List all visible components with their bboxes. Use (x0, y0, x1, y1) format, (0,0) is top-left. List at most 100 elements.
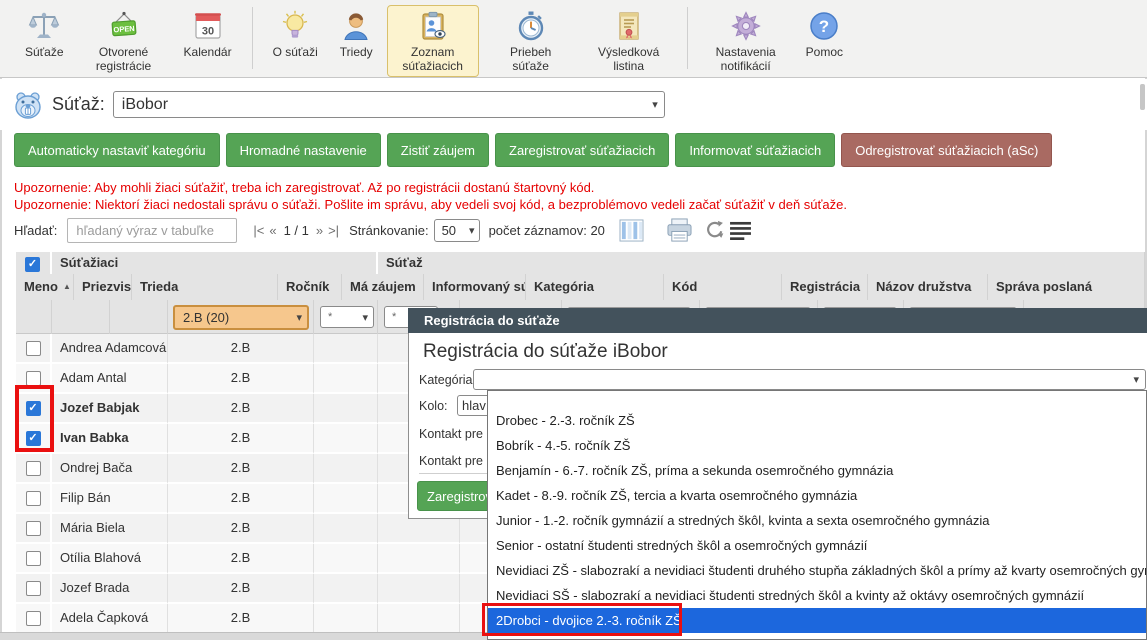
column-header-kod[interactable]: Kód (664, 274, 782, 300)
toolbar-item-zoznam-sutaziacich[interactable]: Zoznam súťažiacich (387, 5, 479, 77)
student-class: 2.B (168, 514, 314, 544)
row-checkbox-cell: ✓ (16, 604, 52, 634)
column-header-trieda[interactable]: Trieda (132, 274, 278, 300)
category-option[interactable]: Nevidiaci ZŠ - slabozrakí a nevidiaci št… (488, 558, 1146, 583)
scrollbar-thumb[interactable] (1140, 84, 1145, 110)
toolbar-item-pomoc[interactable]: ?Pomoc (798, 5, 851, 62)
column-header-meno[interactable]: Meno▲ (16, 274, 74, 300)
certificate-icon (613, 9, 645, 43)
category-option[interactable]: Kadet - 8.-9. ročník ZŠ, tercia a kvarta… (488, 483, 1146, 508)
toolbar-item-label: Súťaže (25, 45, 64, 59)
row-checkbox[interactable]: ✓ (26, 341, 41, 356)
column-header-nazov-druzstva[interactable]: Názov družstva (868, 274, 988, 300)
class-filter-select[interactable]: 2.B (20) ▾ (173, 305, 309, 330)
row-checkbox[interactable]: ✓ (26, 581, 41, 596)
row-checkbox[interactable]: ✓ (26, 401, 41, 416)
lightbulb-icon (279, 9, 311, 43)
category-option[interactable]: 2Drobci - dvojice 2.-3. ročník ZŠ (488, 608, 1146, 633)
empty-cell (378, 574, 460, 604)
category-option[interactable]: Senior - ostatní študenti stredných škôl… (488, 533, 1146, 558)
toolbar-item-otvorene-registracie[interactable]: OPENOtvorené registrácie (78, 5, 170, 77)
row-checkbox[interactable]: ✓ (26, 491, 41, 506)
student-class: 2.B (168, 604, 314, 634)
row-checkbox[interactable]: ✓ (26, 551, 41, 566)
pager-last-button[interactable]: >| (328, 223, 339, 238)
column-header-sprava-poslana[interactable]: Správa poslaná (988, 274, 1145, 300)
columns-icon[interactable] (619, 219, 644, 242)
row-checkbox-cell: ✓ (16, 574, 52, 604)
action-button-3[interactable]: Zaregistrovať súťažiacich (495, 133, 669, 167)
category-option[interactable]: Nevidiaci SŠ - slabozrakí a nevidiaci št… (488, 583, 1146, 608)
open-sign-icon: OPEN (108, 9, 140, 43)
stopwatch-icon (515, 9, 547, 43)
toolbar-item-vysledkova-listina[interactable]: Výsledková listina (583, 5, 675, 77)
row-checkbox[interactable]: ✓ (26, 371, 41, 386)
toolbar-item-o-sutazi[interactable]: O súťaži (265, 5, 326, 62)
column-header-label: Informovaný súhlas (432, 279, 526, 294)
student-class: 2.B (168, 364, 314, 394)
action-button-2[interactable]: Zistiť záujem (387, 133, 489, 167)
category-select[interactable]: ▾ (473, 369, 1146, 390)
toolbar: Súťaže OPENOtvorené registrácie30Kalendár… (0, 0, 1147, 78)
student-class: 2.B (168, 424, 314, 454)
pager-prev-button[interactable]: « (269, 223, 276, 238)
category-option[interactable]: Benjamín - 6.-7. ročník ZŠ, príma a seku… (488, 458, 1146, 483)
column-header-rocnik[interactable]: Ročník (278, 274, 342, 300)
search-label: Hľadať: (14, 223, 57, 238)
column-header-label: Správa poslaná (996, 279, 1092, 294)
empty-cell (378, 604, 460, 634)
refresh-icon[interactable] (705, 220, 725, 240)
column-header-registracia[interactable]: Registrácia (782, 274, 868, 300)
rocnik-filter-value: * (328, 311, 358, 323)
empty-cell (314, 454, 378, 484)
row-checkbox[interactable]: ✓ (26, 611, 41, 626)
select-all-checkbox[interactable]: ✓ (25, 257, 40, 272)
toolbar-item-label: O súťaži (273, 45, 318, 59)
category-option[interactable] (488, 391, 1146, 408)
toolbar-item-triedy[interactable]: Triedy (332, 5, 381, 62)
toolbar-item-priebeh-sutaze[interactable]: Priebeh súťaže (485, 5, 577, 77)
pager-first-button[interactable]: |< (253, 223, 264, 238)
column-header-label: Registrácia (790, 279, 860, 294)
action-button-0[interactable]: Automaticky nastaviť kategóriu (14, 133, 220, 167)
column-header-kategoria[interactable]: Kategória (526, 274, 664, 300)
row-checkbox[interactable]: ✓ (26, 431, 41, 446)
print-icon[interactable] (666, 218, 693, 243)
modal-title: Registrácia do súťaže (424, 313, 560, 328)
row-checkbox[interactable]: ✓ (26, 521, 41, 536)
class-filter-value: 2.B (20) (183, 310, 292, 325)
row-checkbox[interactable]: ✓ (26, 461, 41, 476)
search-input[interactable] (67, 218, 237, 243)
warning-text: Upozornenie: Niektorí žiaci nedostali sp… (14, 196, 1134, 213)
rocnik-filter-select[interactable]: * ▾ (320, 306, 374, 328)
modal-titlebar: Registrácia do súťaže (408, 308, 1147, 333)
row-checkbox-cell: ✓ (16, 454, 52, 484)
toolbar-item-nastavenia-notifikacii[interactable]: Nastavenia notifikácií (700, 5, 792, 77)
category-option[interactable]: Bobrík - 4.-5. ročník ZŠ (488, 433, 1146, 458)
column-header-label: Priezvisko (82, 279, 132, 294)
column-header-priezvisko[interactable]: Priezvisko▲ (74, 274, 132, 300)
empty-cell (314, 484, 378, 514)
action-button-4[interactable]: Informovať súťažiacich (675, 133, 835, 167)
chevron-down-icon: ▾ (469, 224, 475, 237)
svg-text:OPEN: OPEN (113, 24, 135, 34)
toolbar-item-kalendar[interactable]: 30Kalendár (176, 5, 240, 62)
chevron-down-icon: ▾ (362, 311, 368, 324)
filter-cell-empty (52, 300, 110, 334)
competition-select[interactable]: iBobor ▾ (113, 91, 665, 118)
column-header-ma-zaujem[interactable]: Má záujem (342, 274, 424, 300)
pager-next-button[interactable]: » (316, 223, 323, 238)
student-class: 2.B (168, 394, 314, 424)
action-button-5[interactable]: Odregistrovať súťažiacich (aSc) (841, 133, 1052, 167)
column-header-informovany-suhlas[interactable]: Informovaný súhlas (424, 274, 526, 300)
group-header-sutaz: Súťaž (378, 252, 1145, 274)
filter-cell-rocnik: * ▾ (314, 300, 378, 334)
warnings: Upozornenie: Aby mohli žiaci súťažiť, tr… (14, 179, 1134, 213)
toolbar-item-sutaze[interactable]: Súťaže (17, 5, 72, 62)
list-view-icon[interactable] (730, 221, 751, 240)
column-header-label: Meno (24, 279, 58, 294)
category-option[interactable]: Drobec - 2.-3. ročník ZŠ (488, 408, 1146, 433)
category-option[interactable]: Junior - 1.-2. ročník gymnázií a stredný… (488, 508, 1146, 533)
action-button-1[interactable]: Hromadné nastavenie (226, 133, 381, 167)
page-size-select[interactable]: 50 ▾ (434, 219, 480, 242)
